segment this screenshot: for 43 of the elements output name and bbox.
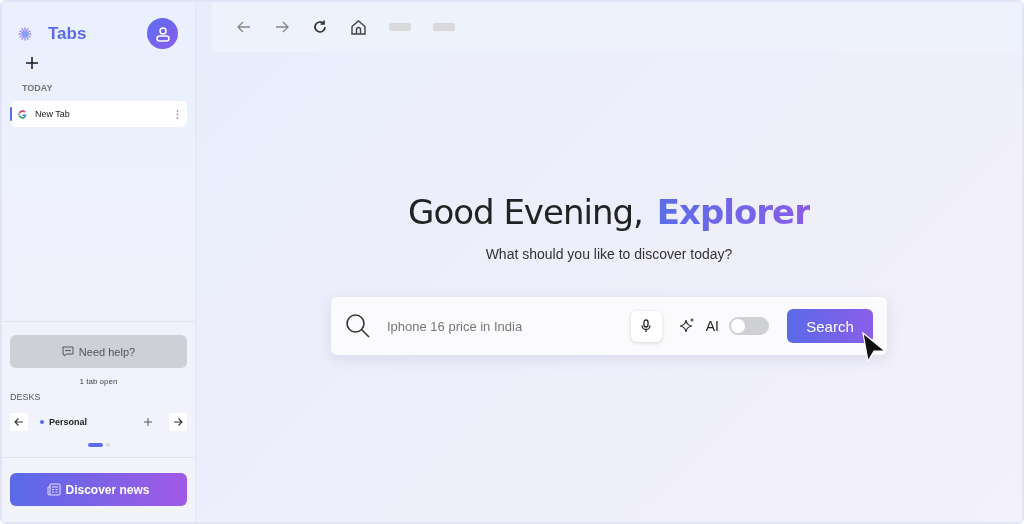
search-field[interactable]: Iphone 16 price in India	[385, 317, 621, 335]
plus-icon	[143, 417, 153, 427]
ai-toggle[interactable]	[729, 317, 769, 335]
person-icon	[154, 25, 171, 42]
ai-label: AI	[705, 318, 719, 334]
help-button[interactable]: Need help?	[10, 335, 187, 368]
home-button[interactable]	[350, 18, 367, 36]
new-tab-button[interactable]	[24, 55, 40, 71]
next-desk-button[interactable]	[169, 413, 187, 431]
reload-icon	[312, 19, 328, 35]
chat-icon	[61, 346, 74, 357]
add-desk-button[interactable]	[143, 417, 153, 427]
subtitle: What should you like to discover today?	[485, 246, 733, 262]
microphone-icon	[640, 319, 653, 333]
section-label: DESKS	[10, 392, 42, 402]
back-button[interactable]	[236, 19, 252, 35]
plus-icon	[24, 55, 40, 71]
forward-icon	[274, 19, 290, 35]
greeting: Good Evening,	[408, 192, 643, 232]
sidebar-title: Tabs	[48, 23, 87, 44]
reload-button[interactable]	[312, 19, 328, 35]
google-icon	[18, 109, 27, 119]
tab-count: 1 tab open	[78, 377, 119, 386]
left-arrow-icon	[14, 417, 24, 427]
logo-icon	[18, 26, 32, 41]
newspaper-icon	[47, 483, 62, 496]
back-icon	[236, 19, 252, 35]
search-button[interactable]: Search	[787, 309, 873, 343]
section-label: TODAY	[22, 83, 54, 93]
placeholder-bar	[389, 23, 411, 31]
sparkle-icon	[677, 317, 696, 335]
desk-name[interactable]: Personal	[49, 417, 88, 427]
forward-button[interactable]	[274, 19, 290, 35]
search-icon	[345, 313, 371, 339]
profile-button[interactable]	[147, 18, 178, 49]
previous-desk-button[interactable]	[10, 413, 28, 431]
microphone-button[interactable]	[630, 310, 662, 342]
placeholder-bar	[433, 23, 455, 31]
more-icon[interactable]	[176, 109, 179, 119]
discover-news-button[interactable]: Discover news	[10, 473, 187, 506]
right-arrow-icon	[173, 417, 183, 427]
home-icon	[350, 18, 367, 36]
tab-item[interactable]: New Tab	[10, 101, 187, 127]
